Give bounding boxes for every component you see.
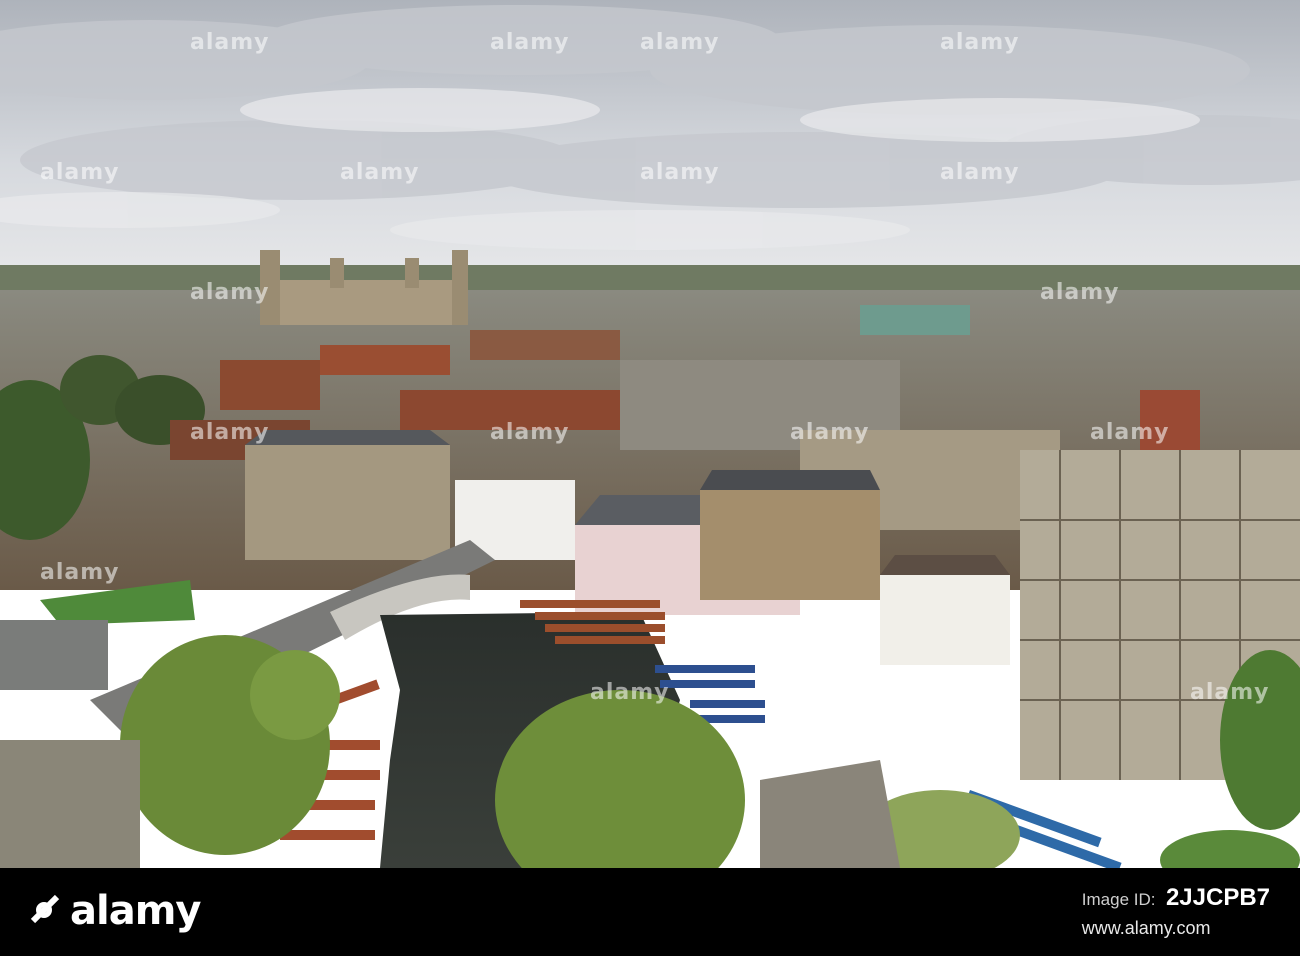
footer-bar: alamy Image ID: 2JJCPB7 www.alamy.com <box>0 868 1300 956</box>
image-info: Image ID: 2JJCPB7 www.alamy.com <box>1082 884 1270 939</box>
image-id-label: Image ID: <box>1081 890 1156 909</box>
aerial-photo: alamy alamy alamy alamy alamy alamy alam… <box>0 0 1300 868</box>
alamy-logo-icon <box>28 894 62 928</box>
alamy-logo[interactable]: alamy <box>28 888 201 934</box>
site-url[interactable]: www.alamy.com <box>1082 918 1270 939</box>
image-id-value: 2JJCPB7 <box>1165 884 1270 911</box>
logo-text: alamy <box>70 888 201 934</box>
